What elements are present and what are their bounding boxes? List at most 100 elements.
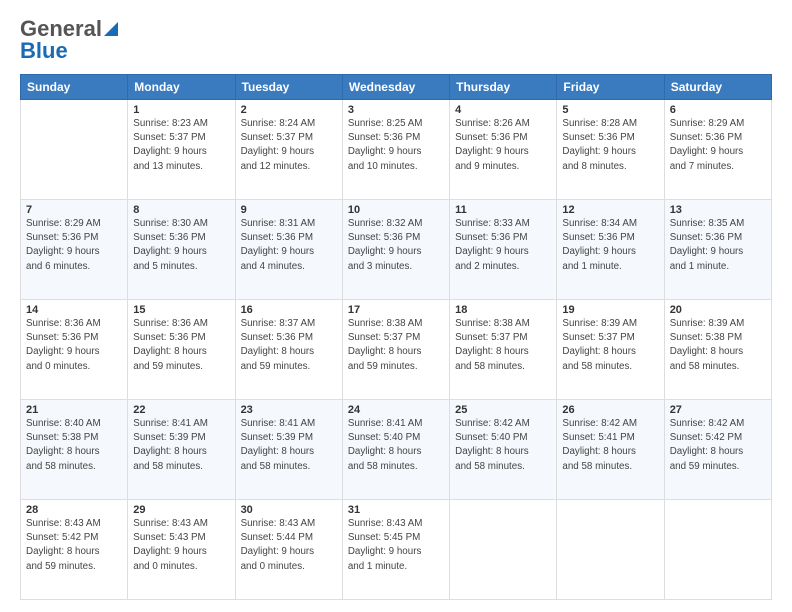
calendar-cell: 16Sunrise: 8:37 AM Sunset: 5:36 PM Dayli… — [235, 300, 342, 400]
day-info: Sunrise: 8:38 AM Sunset: 5:37 PM Dayligh… — [455, 317, 551, 374]
calendar-cell: 27Sunrise: 8:42 AM Sunset: 5:42 PM Dayli… — [664, 400, 771, 500]
calendar-cell: 22Sunrise: 8:41 AM Sunset: 5:39 PM Dayli… — [128, 400, 235, 500]
calendar-cell: 25Sunrise: 8:42 AM Sunset: 5:40 PM Dayli… — [450, 400, 557, 500]
logo-blue-text: Blue — [20, 38, 68, 64]
day-info: Sunrise: 8:43 AM Sunset: 5:44 PM Dayligh… — [241, 517, 337, 574]
logo: General Blue — [20, 16, 118, 64]
calendar-cell: 26Sunrise: 8:42 AM Sunset: 5:41 PM Dayli… — [557, 400, 664, 500]
day-number: 18 — [455, 304, 551, 316]
calendar-cell — [557, 500, 664, 600]
day-info: Sunrise: 8:42 AM Sunset: 5:41 PM Dayligh… — [562, 417, 658, 474]
weekday-header-sunday: Sunday — [21, 75, 128, 100]
day-number: 23 — [241, 404, 337, 416]
day-info: Sunrise: 8:29 AM Sunset: 5:36 PM Dayligh… — [670, 117, 766, 174]
calendar-cell: 5Sunrise: 8:28 AM Sunset: 5:36 PM Daylig… — [557, 100, 664, 200]
calendar-cell: 31Sunrise: 8:43 AM Sunset: 5:45 PM Dayli… — [342, 500, 449, 600]
day-info: Sunrise: 8:23 AM Sunset: 5:37 PM Dayligh… — [133, 117, 229, 174]
day-number: 25 — [455, 404, 551, 416]
calendar-cell: 6Sunrise: 8:29 AM Sunset: 5:36 PM Daylig… — [664, 100, 771, 200]
day-info: Sunrise: 8:32 AM Sunset: 5:36 PM Dayligh… — [348, 217, 444, 274]
day-info: Sunrise: 8:43 AM Sunset: 5:45 PM Dayligh… — [348, 517, 444, 574]
day-info: Sunrise: 8:30 AM Sunset: 5:36 PM Dayligh… — [133, 217, 229, 274]
day-info: Sunrise: 8:41 AM Sunset: 5:39 PM Dayligh… — [241, 417, 337, 474]
calendar-cell: 19Sunrise: 8:39 AM Sunset: 5:37 PM Dayli… — [557, 300, 664, 400]
calendar-cell: 12Sunrise: 8:34 AM Sunset: 5:36 PM Dayli… — [557, 200, 664, 300]
day-info: Sunrise: 8:36 AM Sunset: 5:36 PM Dayligh… — [26, 317, 122, 374]
day-info: Sunrise: 8:43 AM Sunset: 5:42 PM Dayligh… — [26, 517, 122, 574]
day-info: Sunrise: 8:39 AM Sunset: 5:37 PM Dayligh… — [562, 317, 658, 374]
day-number: 3 — [348, 104, 444, 116]
day-number: 10 — [348, 204, 444, 216]
day-number: 19 — [562, 304, 658, 316]
day-number: 11 — [455, 204, 551, 216]
calendar-cell: 8Sunrise: 8:30 AM Sunset: 5:36 PM Daylig… — [128, 200, 235, 300]
day-info: Sunrise: 8:42 AM Sunset: 5:42 PM Dayligh… — [670, 417, 766, 474]
day-number: 7 — [26, 204, 122, 216]
calendar-cell: 15Sunrise: 8:36 AM Sunset: 5:36 PM Dayli… — [128, 300, 235, 400]
calendar-cell: 11Sunrise: 8:33 AM Sunset: 5:36 PM Dayli… — [450, 200, 557, 300]
day-number: 9 — [241, 204, 337, 216]
day-number: 1 — [133, 104, 229, 116]
calendar-cell: 30Sunrise: 8:43 AM Sunset: 5:44 PM Dayli… — [235, 500, 342, 600]
day-number: 4 — [455, 104, 551, 116]
page: General Blue SundayMondayTuesdayWednesda… — [0, 0, 792, 612]
day-info: Sunrise: 8:43 AM Sunset: 5:43 PM Dayligh… — [133, 517, 229, 574]
header: General Blue — [20, 16, 772, 64]
day-number: 29 — [133, 504, 229, 516]
day-number: 27 — [670, 404, 766, 416]
day-number: 16 — [241, 304, 337, 316]
day-number: 22 — [133, 404, 229, 416]
day-info: Sunrise: 8:34 AM Sunset: 5:36 PM Dayligh… — [562, 217, 658, 274]
calendar-cell: 17Sunrise: 8:38 AM Sunset: 5:37 PM Dayli… — [342, 300, 449, 400]
weekday-header-row: SundayMondayTuesdayWednesdayThursdayFrid… — [21, 75, 772, 100]
weekday-header-wednesday: Wednesday — [342, 75, 449, 100]
day-number: 26 — [562, 404, 658, 416]
logo-arrow-icon — [104, 18, 118, 36]
calendar-cell — [664, 500, 771, 600]
day-number: 12 — [562, 204, 658, 216]
day-info: Sunrise: 8:33 AM Sunset: 5:36 PM Dayligh… — [455, 217, 551, 274]
calendar-cell: 20Sunrise: 8:39 AM Sunset: 5:38 PM Dayli… — [664, 300, 771, 400]
day-number: 17 — [348, 304, 444, 316]
day-info: Sunrise: 8:25 AM Sunset: 5:36 PM Dayligh… — [348, 117, 444, 174]
calendar-week-row: 28Sunrise: 8:43 AM Sunset: 5:42 PM Dayli… — [21, 500, 772, 600]
calendar-cell: 23Sunrise: 8:41 AM Sunset: 5:39 PM Dayli… — [235, 400, 342, 500]
calendar-cell — [21, 100, 128, 200]
day-info: Sunrise: 8:38 AM Sunset: 5:37 PM Dayligh… — [348, 317, 444, 374]
weekday-header-friday: Friday — [557, 75, 664, 100]
day-number: 28 — [26, 504, 122, 516]
day-number: 21 — [26, 404, 122, 416]
day-number: 31 — [348, 504, 444, 516]
calendar-cell: 3Sunrise: 8:25 AM Sunset: 5:36 PM Daylig… — [342, 100, 449, 200]
calendar-week-row: 1Sunrise: 8:23 AM Sunset: 5:37 PM Daylig… — [21, 100, 772, 200]
day-info: Sunrise: 8:41 AM Sunset: 5:39 PM Dayligh… — [133, 417, 229, 474]
calendar-cell: 2Sunrise: 8:24 AM Sunset: 5:37 PM Daylig… — [235, 100, 342, 200]
day-number: 14 — [26, 304, 122, 316]
calendar-table: SundayMondayTuesdayWednesdayThursdayFrid… — [20, 74, 772, 600]
weekday-header-saturday: Saturday — [664, 75, 771, 100]
calendar-cell: 28Sunrise: 8:43 AM Sunset: 5:42 PM Dayli… — [21, 500, 128, 600]
calendar-cell: 21Sunrise: 8:40 AM Sunset: 5:38 PM Dayli… — [21, 400, 128, 500]
day-number: 6 — [670, 104, 766, 116]
day-info: Sunrise: 8:28 AM Sunset: 5:36 PM Dayligh… — [562, 117, 658, 174]
day-number: 30 — [241, 504, 337, 516]
weekday-header-tuesday: Tuesday — [235, 75, 342, 100]
day-info: Sunrise: 8:36 AM Sunset: 5:36 PM Dayligh… — [133, 317, 229, 374]
day-number: 8 — [133, 204, 229, 216]
calendar-week-row: 7Sunrise: 8:29 AM Sunset: 5:36 PM Daylig… — [21, 200, 772, 300]
calendar-cell: 4Sunrise: 8:26 AM Sunset: 5:36 PM Daylig… — [450, 100, 557, 200]
day-number: 24 — [348, 404, 444, 416]
calendar-cell — [450, 500, 557, 600]
calendar-cell: 9Sunrise: 8:31 AM Sunset: 5:36 PM Daylig… — [235, 200, 342, 300]
calendar-cell: 29Sunrise: 8:43 AM Sunset: 5:43 PM Dayli… — [128, 500, 235, 600]
day-info: Sunrise: 8:37 AM Sunset: 5:36 PM Dayligh… — [241, 317, 337, 374]
calendar-cell: 7Sunrise: 8:29 AM Sunset: 5:36 PM Daylig… — [21, 200, 128, 300]
day-info: Sunrise: 8:35 AM Sunset: 5:36 PM Dayligh… — [670, 217, 766, 274]
day-info: Sunrise: 8:40 AM Sunset: 5:38 PM Dayligh… — [26, 417, 122, 474]
day-info: Sunrise: 8:39 AM Sunset: 5:38 PM Dayligh… — [670, 317, 766, 374]
calendar-cell: 24Sunrise: 8:41 AM Sunset: 5:40 PM Dayli… — [342, 400, 449, 500]
day-number: 5 — [562, 104, 658, 116]
calendar-cell: 18Sunrise: 8:38 AM Sunset: 5:37 PM Dayli… — [450, 300, 557, 400]
day-number: 15 — [133, 304, 229, 316]
calendar-cell: 10Sunrise: 8:32 AM Sunset: 5:36 PM Dayli… — [342, 200, 449, 300]
